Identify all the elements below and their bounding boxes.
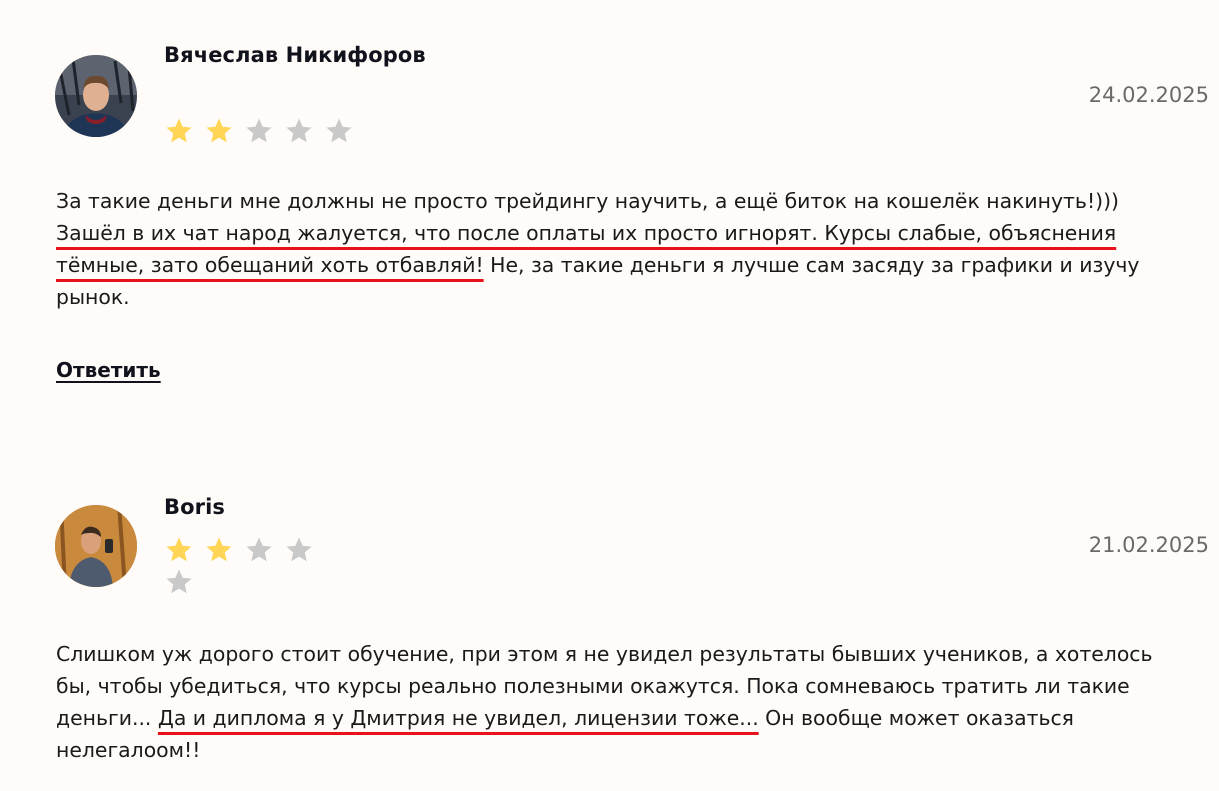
star-filled-icon — [164, 116, 194, 146]
star-empty-icon — [324, 116, 354, 146]
star-rating — [164, 535, 324, 597]
review-text-part: За такие деньги мне должны не просто тре… — [56, 189, 1119, 213]
highlighted-text: Да и диплома я у Дмитрия не увидел, лице… — [157, 706, 759, 730]
star-rating — [164, 116, 464, 146]
star-empty-icon — [284, 116, 314, 146]
avatar — [55, 55, 137, 137]
star-filled-icon — [204, 535, 234, 565]
star-filled-icon — [204, 116, 234, 146]
star-empty-icon — [284, 535, 314, 565]
author-name: Вячеслав Никифоров — [164, 43, 426, 67]
reply-button[interactable]: Ответить — [56, 358, 161, 382]
review-date: 24.02.2025 — [1088, 83, 1209, 107]
avatar — [55, 505, 137, 587]
author-name: Boris — [164, 495, 225, 519]
star-filled-icon — [164, 535, 194, 565]
review-text: За такие деньги мне должны не просто тре… — [56, 185, 1181, 313]
star-empty-icon — [244, 535, 274, 565]
star-empty-icon — [164, 567, 194, 597]
review-text: Слишком уж дорого стоит обучение, при эт… — [56, 638, 1186, 766]
star-empty-icon — [244, 116, 274, 146]
review-date: 21.02.2025 — [1088, 533, 1209, 557]
